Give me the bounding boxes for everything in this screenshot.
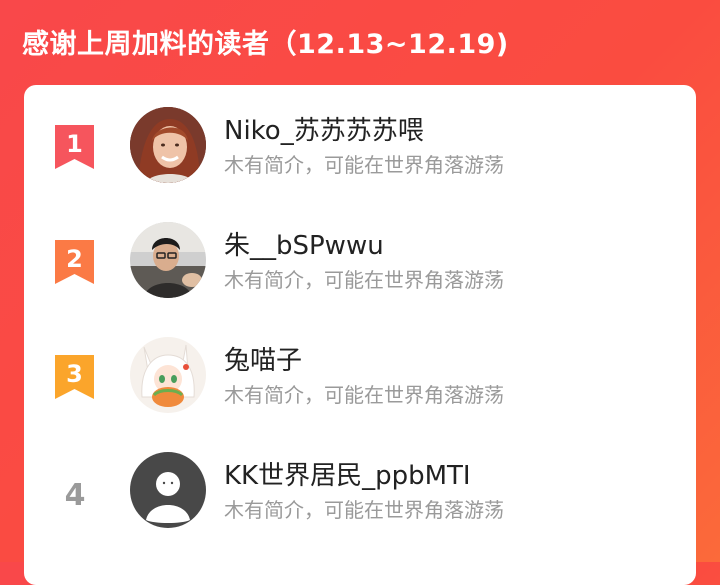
rank-badge-1: 1	[55, 125, 94, 169]
woman-photo-avatar	[130, 107, 206, 183]
avatar[interactable]	[130, 222, 206, 298]
reader-row-1[interactable]: 1 Niko_苏苏苏苏喂 木有简介，可能在世界角落游荡	[24, 85, 696, 200]
reader-name[interactable]: Niko_苏苏苏苏喂	[224, 110, 424, 147]
rank-badge-3: 3	[55, 355, 94, 399]
reader-name[interactable]: 朱__bSPwwu	[224, 225, 384, 262]
reader-bio: 木有简介，可能在世界角落游荡	[224, 268, 504, 292]
reader-row-3[interactable]: 3 兔喵子 木有简介，可能在世界角落游荡	[24, 315, 696, 430]
rank-number: 3	[66, 360, 83, 388]
rank-number: 2	[66, 245, 83, 273]
bookmark-icon: 3	[55, 355, 94, 399]
rank-badge-2: 2	[55, 240, 94, 284]
reader-row-4[interactable]: 4 KK世界居民_ppbMTI 木有简介，可能在世界角落游荡	[24, 430, 696, 545]
reader-name[interactable]: KK世界居民_ppbMTI	[224, 455, 471, 492]
reader-list-card: 1 Niko_苏苏苏苏喂 木有简介，可能在世界角落游荡 2 朱__bSPwwu …	[24, 85, 696, 585]
avatar[interactable]	[130, 452, 206, 528]
reader-row-2[interactable]: 2 朱__bSPwwu 木有简介，可能在世界角落游荡	[24, 200, 696, 315]
reader-bio: 木有简介，可能在世界角落游荡	[224, 498, 504, 522]
reader-name[interactable]: 兔喵子	[224, 340, 302, 377]
reader-bio: 木有简介，可能在世界角落游荡	[224, 383, 504, 407]
bookmark-icon: 2	[55, 240, 94, 284]
rank-number: 1	[66, 130, 83, 158]
man-photo-avatar	[130, 222, 206, 298]
rank-number: 4	[64, 478, 86, 513]
bookmark-icon: 1	[55, 125, 94, 169]
page-title: 感谢上周加料的读者（12.13~12.19)	[22, 29, 509, 60]
avatar[interactable]	[130, 337, 206, 413]
reader-bio: 木有简介，可能在世界角落游荡	[224, 153, 504, 177]
anime-girl-avatar	[130, 337, 206, 413]
avatar[interactable]	[130, 107, 206, 183]
default-user-icon	[130, 452, 206, 528]
